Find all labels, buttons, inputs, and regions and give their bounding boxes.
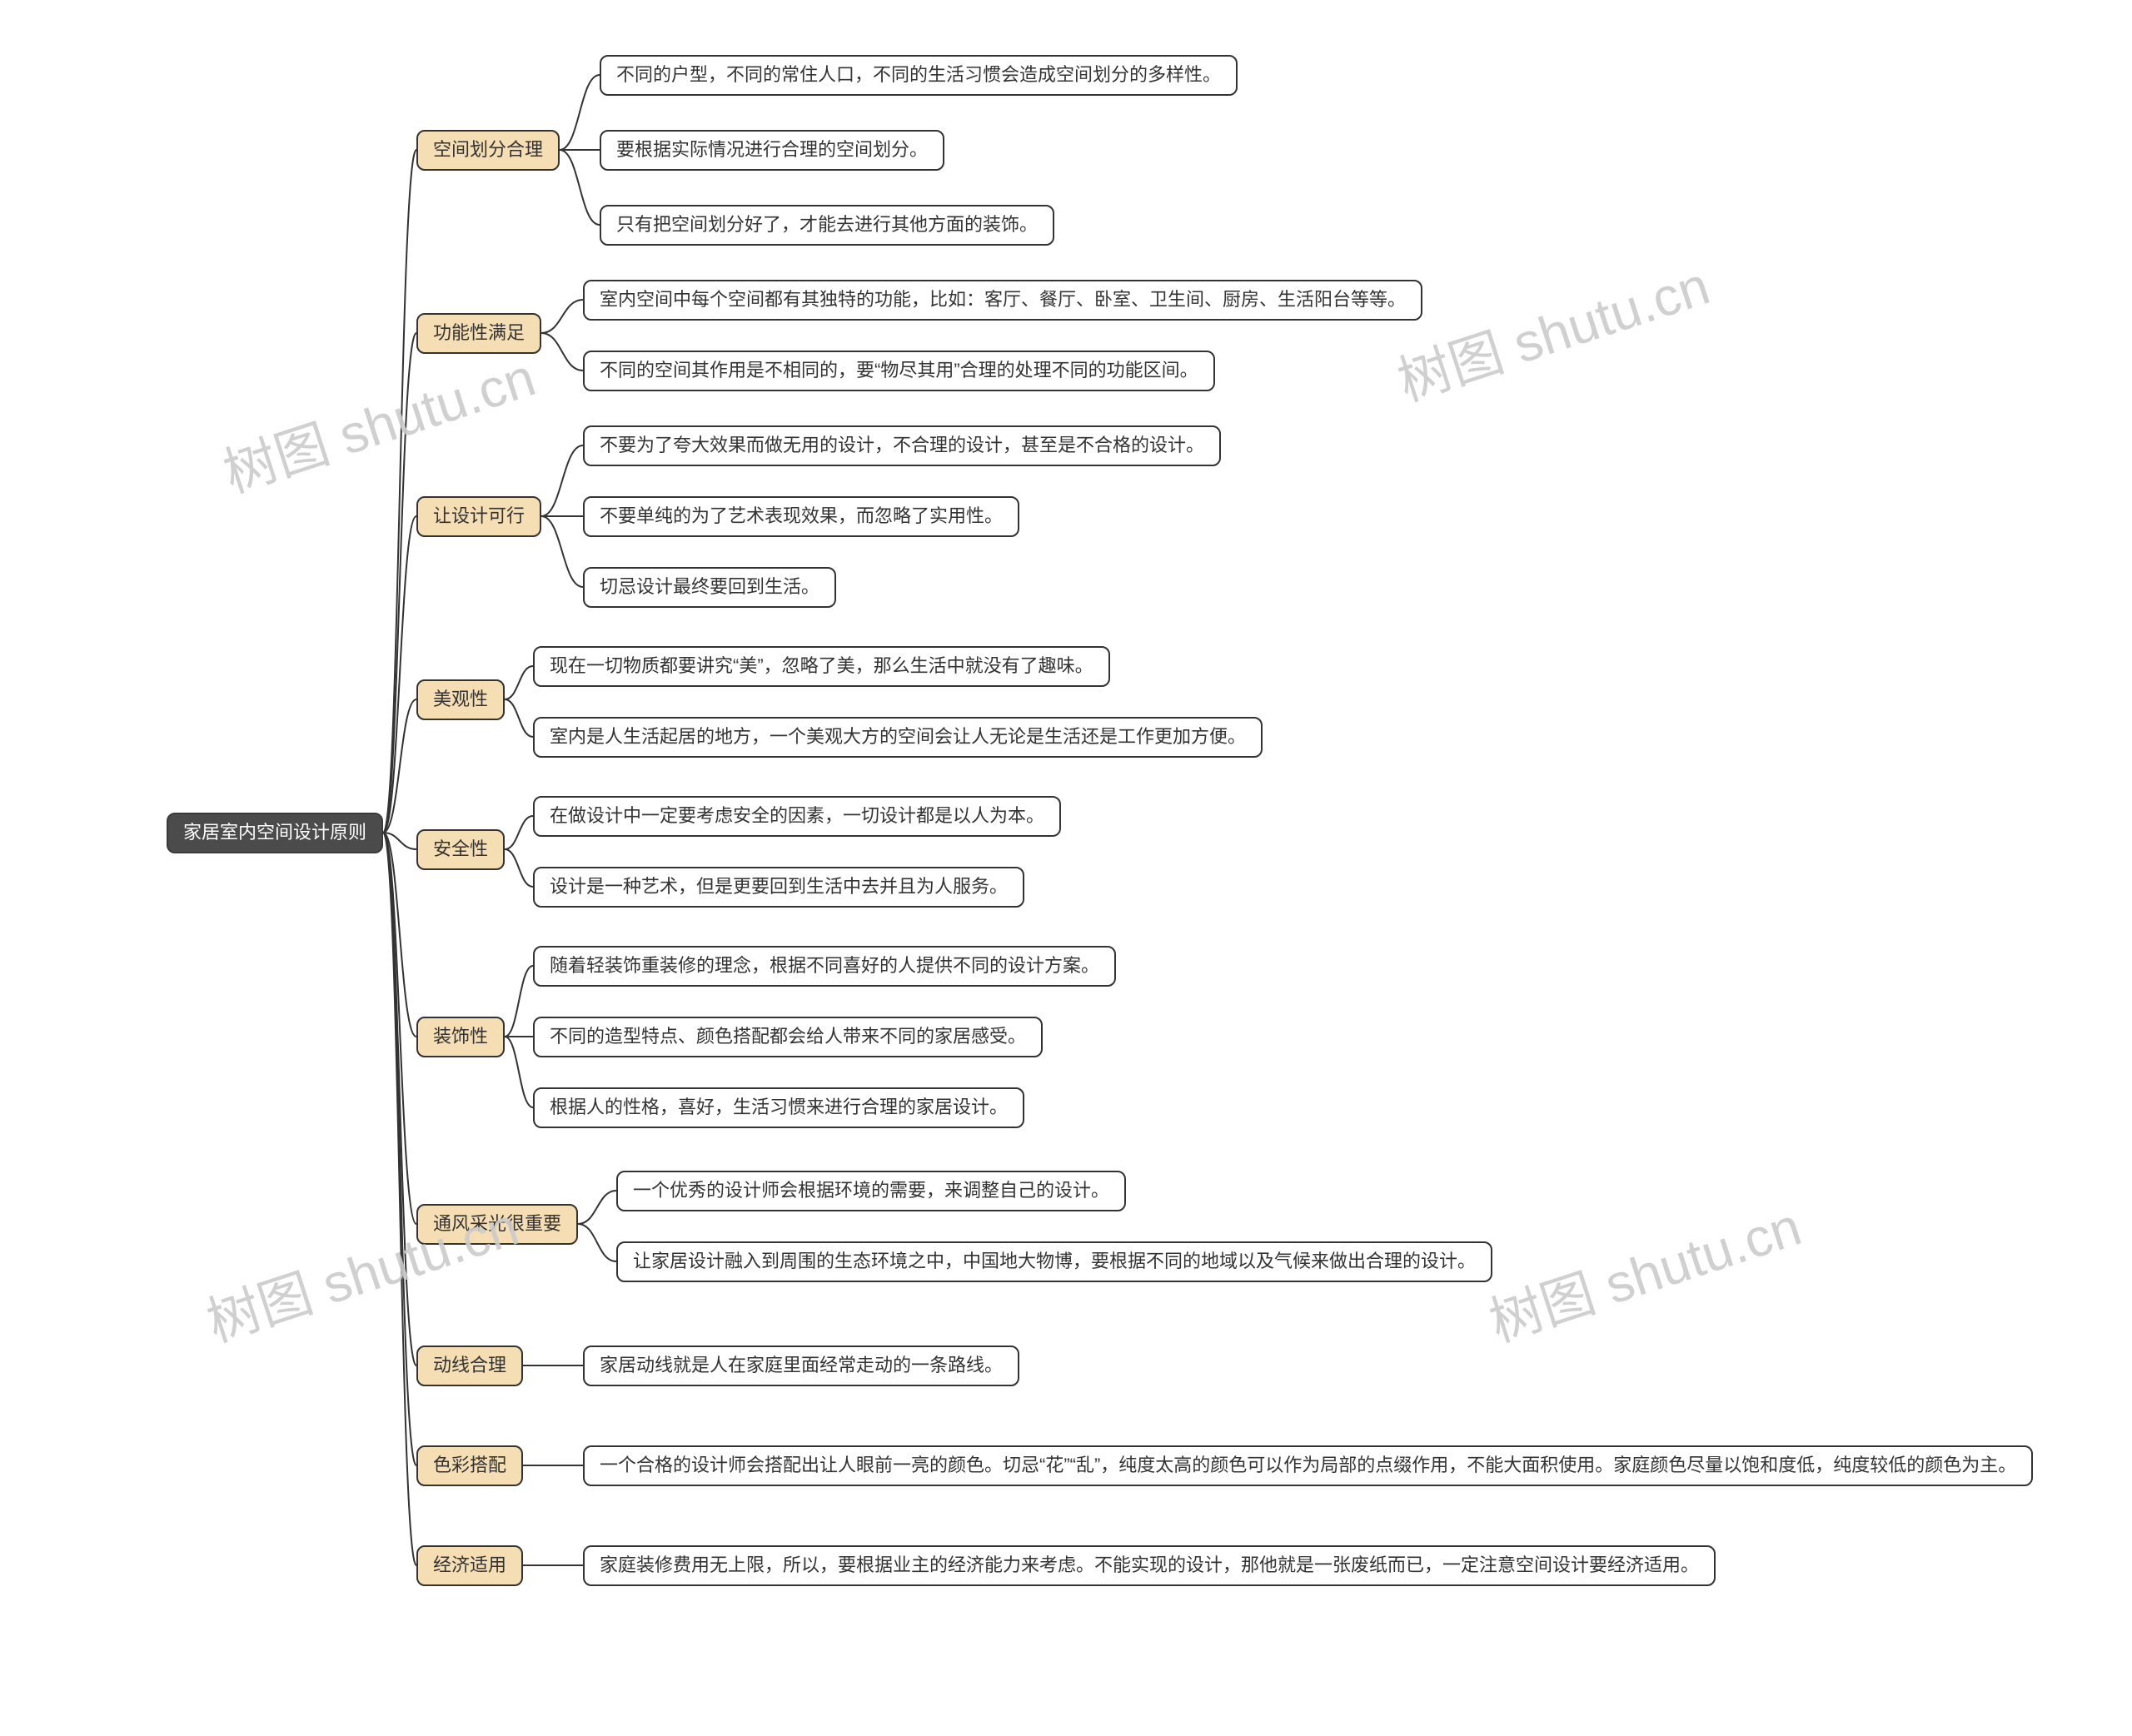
leaf-node-1-1[interactable]: 不同的空间其作用是不相同的，要“物尽其用”合理的处理不同的功能区间。 — [583, 351, 1215, 391]
leaf-node-0-2[interactable]: 只有把空间划分好了，才能去进行其他方面的装饰。 — [600, 205, 1054, 246]
leaf-node-1-0[interactable]: 室内空间中每个空间都有其独特的功能，比如：客厅、餐厅、卧室、卫生间、厨房、生活阳… — [583, 280, 1422, 321]
leaf-node-6-1[interactable]: 让家居设计融入到周围的生态环境之中，中国地大物博，要根据不同的地域以及气候来做出… — [616, 1241, 1492, 1282]
branch-node-7[interactable]: 动线合理 — [416, 1346, 523, 1386]
leaf-node-4-0[interactable]: 在做设计中一定要考虑安全的因素，一切设计都是以人为本。 — [533, 796, 1061, 837]
leaf-node-6-0[interactable]: 一个优秀的设计师会根据环境的需要，来调整自己的设计。 — [616, 1171, 1126, 1211]
leaf-node-5-1[interactable]: 不同的造型特点、颜色搭配都会给人带来不同的家居感受。 — [533, 1017, 1043, 1057]
mindmap-canvas: 家居室内空间设计原则 空间划分合理不同的户型，不同的常住人口，不同的生活习惯会造成… — [0, 0, 2132, 1736]
branch-node-5[interactable]: 装饰性 — [416, 1017, 505, 1057]
leaf-node-4-1[interactable]: 设计是一种艺术，但是更要回到生活中去并且为人服务。 — [533, 867, 1024, 908]
watermark: 树图 shutu.cn — [1478, 1184, 1809, 1356]
root-node[interactable]: 家居室内空间设计原则 — [167, 813, 383, 853]
leaf-node-5-0[interactable]: 随着轻装饰重装修的理念，根据不同喜好的人提供不同的设计方案。 — [533, 946, 1116, 987]
branch-node-8[interactable]: 色彩搭配 — [416, 1445, 523, 1486]
leaf-node-2-1[interactable]: 不要单纯的为了艺术表现效果，而忽略了实用性。 — [583, 496, 1019, 537]
branch-node-1[interactable]: 功能性满足 — [416, 313, 541, 354]
leaf-node-7-0[interactable]: 家居动线就是人在家庭里面经常走动的一条路线。 — [583, 1346, 1019, 1386]
leaf-node-2-0[interactable]: 不要为了夸大效果而做无用的设计，不合理的设计，甚至是不合格的设计。 — [583, 425, 1221, 466]
leaf-node-0-1[interactable]: 要根据实际情况进行合理的空间划分。 — [600, 130, 944, 171]
leaf-node-2-2[interactable]: 切忌设计最终要回到生活。 — [583, 567, 836, 608]
branch-node-0[interactable]: 空间划分合理 — [416, 130, 560, 171]
leaf-node-3-1[interactable]: 室内是人生活起居的地方，一个美观大方的空间会让人无论是生活还是工作更加方便。 — [533, 717, 1263, 758]
leaf-node-9-0[interactable]: 家庭装修费用无上限，所以，要根据业主的经济能力来考虑。不能实现的设计，那他就是一… — [583, 1545, 1716, 1586]
branch-node-2[interactable]: 让设计可行 — [416, 496, 541, 537]
leaf-node-5-2[interactable]: 根据人的性格，喜好，生活习惯来进行合理的家居设计。 — [533, 1087, 1024, 1128]
leaf-node-0-0[interactable]: 不同的户型，不同的常住人口，不同的生活习惯会造成空间划分的多样性。 — [600, 55, 1238, 96]
branch-node-6[interactable]: 通风采光很重要 — [416, 1204, 578, 1245]
watermark: 树图 shutu.cn — [212, 335, 543, 507]
branch-node-3[interactable]: 美观性 — [416, 679, 505, 720]
branch-node-4[interactable]: 安全性 — [416, 829, 505, 870]
leaf-node-3-0[interactable]: 现在一切物质都要讲究“美”，忽略了美，那么生活中就没有了趣味。 — [533, 646, 1110, 687]
branch-node-9[interactable]: 经济适用 — [416, 1545, 523, 1586]
leaf-node-8-0[interactable]: 一个合格的设计师会搭配出让人眼前一亮的颜色。切忌“花”“乱”，纯度太高的颜色可以… — [583, 1445, 2033, 1486]
watermark: 树图 shutu.cn — [1387, 243, 1717, 415]
